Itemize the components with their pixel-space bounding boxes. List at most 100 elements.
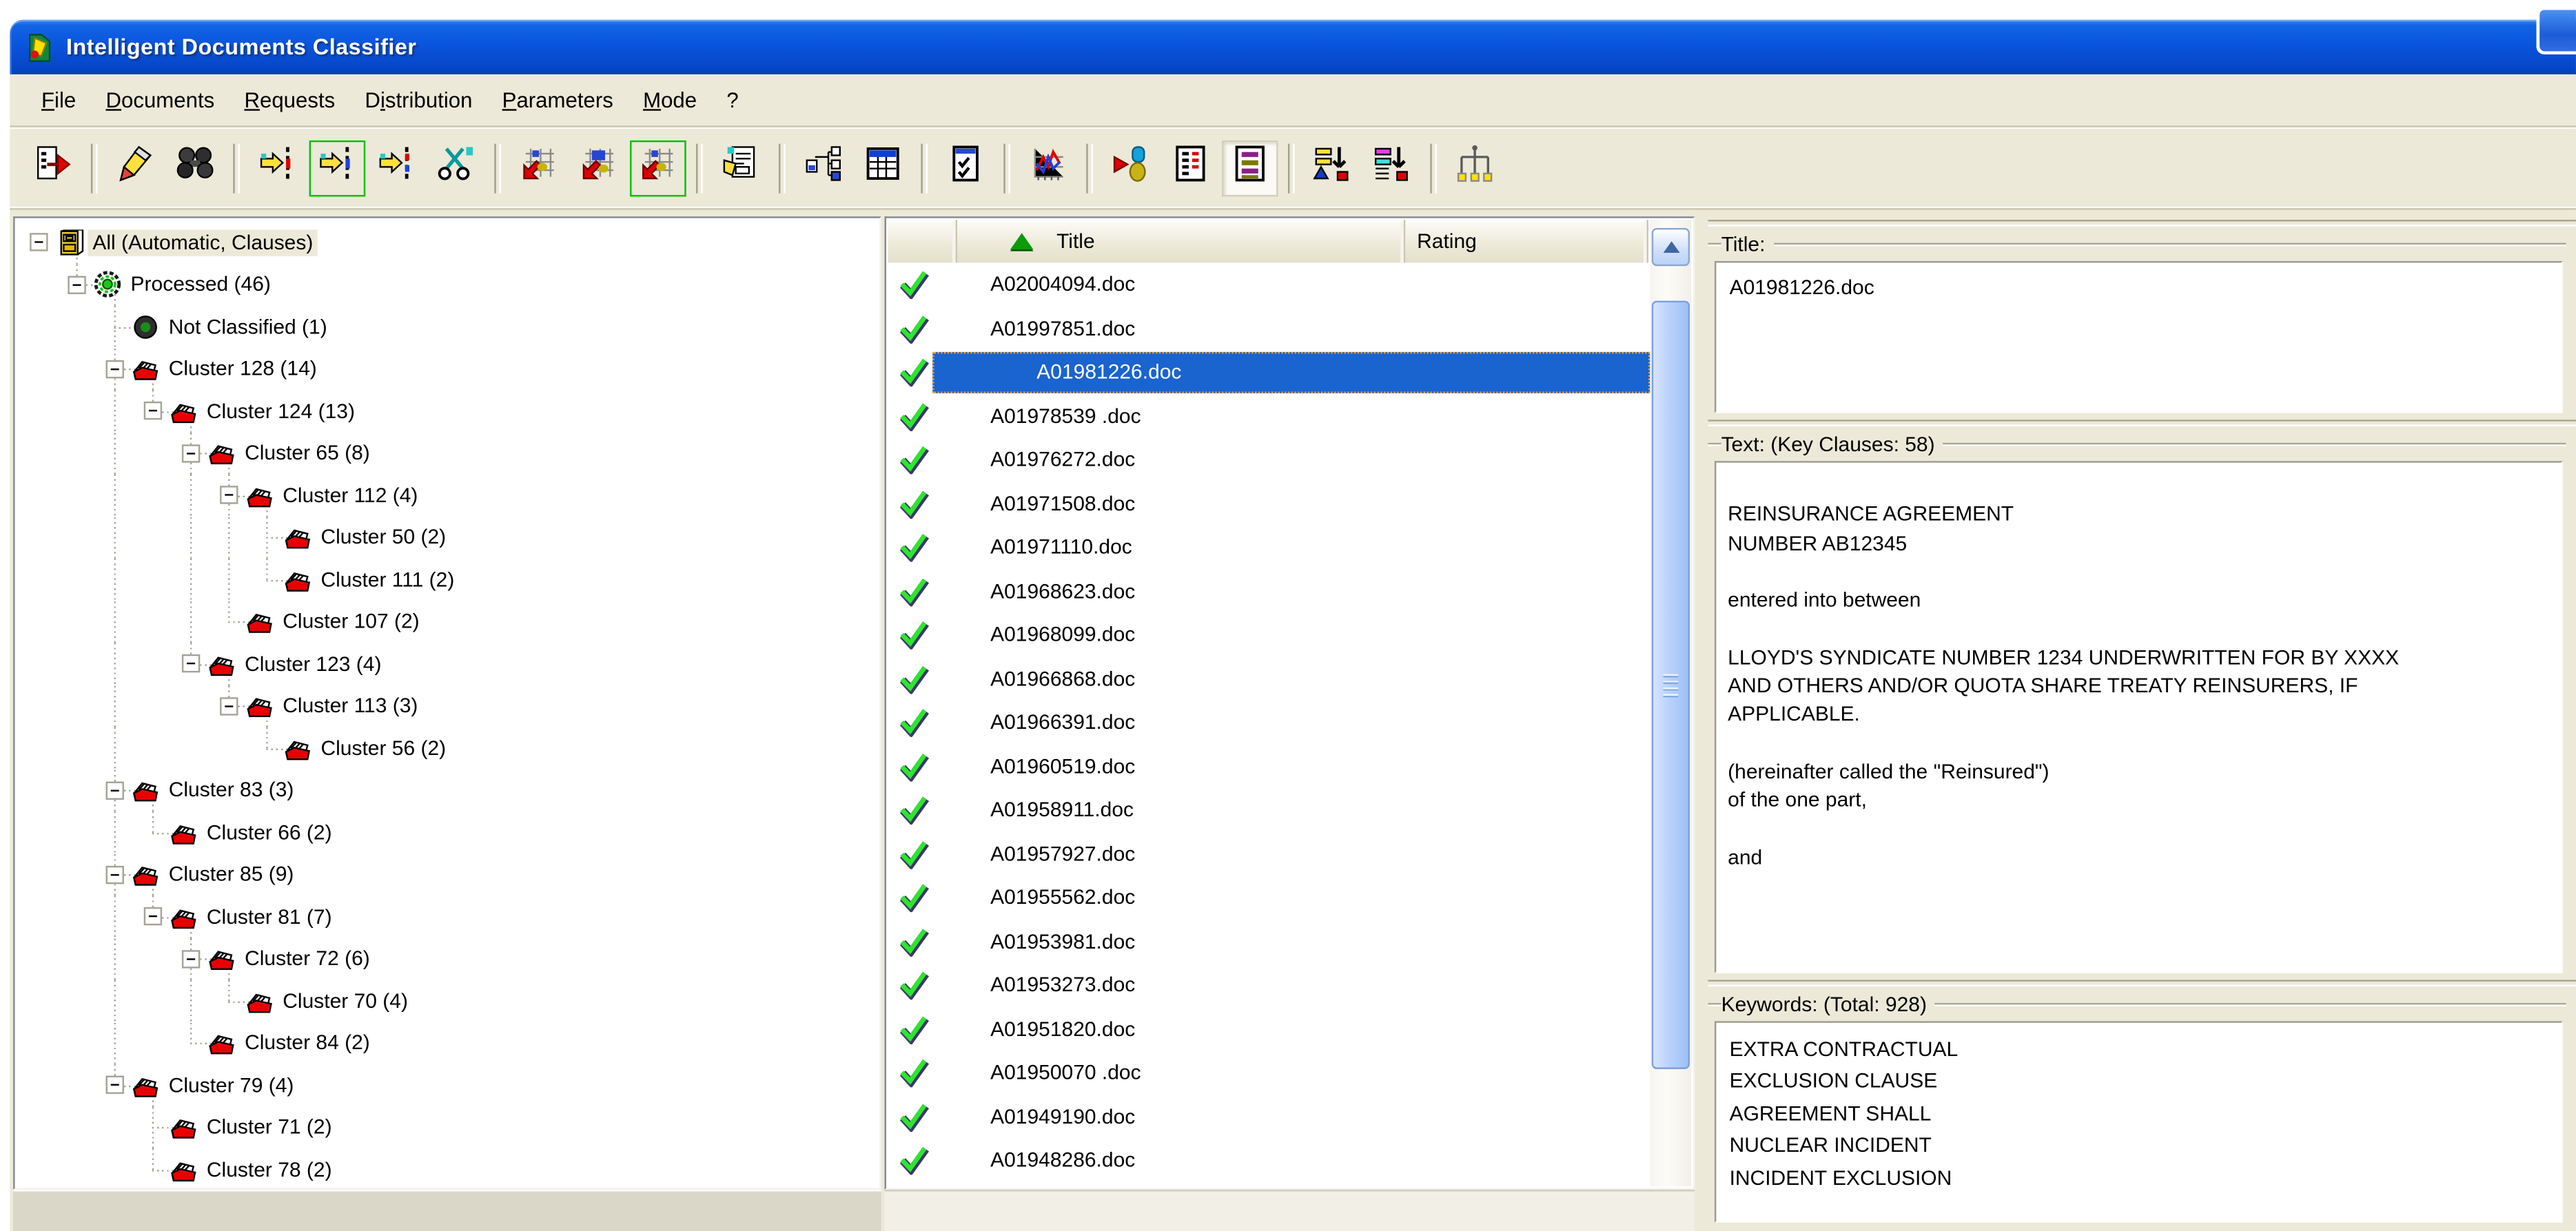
tree-expander-minus[interactable]: [181, 444, 199, 462]
tree-expander-minus[interactable]: [29, 234, 47, 251]
tree-item[interactable]: Cluster 123 (4): [15, 643, 880, 685]
tree-expander-minus[interactable]: [105, 1076, 123, 1094]
column-header-rating[interactable]: Rating: [1405, 220, 1648, 262]
menu-item-parameters[interactable]: Parameters: [487, 81, 628, 119]
list-item[interactable]: A01971110.doc: [888, 526, 1650, 570]
toolbar-button-classify-pointer-plain[interactable]: [369, 140, 425, 196]
toolbar-button-edit-pencil[interactable]: [108, 140, 164, 196]
scrollbar-thumb[interactable]: [1652, 301, 1690, 1069]
list-item[interactable]: A01981226.doc: [888, 351, 1650, 395]
tree-item[interactable]: Not Classified (1): [15, 306, 880, 348]
tree-item[interactable]: Cluster 84 (2): [15, 1022, 880, 1064]
list-item[interactable]: A01951820.doc: [888, 1007, 1650, 1051]
tree-item[interactable]: Cluster 128 (14): [15, 348, 880, 390]
tree-item[interactable]: Cluster 50 (2): [15, 517, 880, 559]
tree-item[interactable]: Cluster 65 (8): [15, 432, 880, 474]
toolbar-button-notes-hand[interactable]: [713, 140, 769, 196]
toolbar-button-checklist[interactable]: [937, 140, 994, 196]
list-item[interactable]: A01997851.doc: [888, 307, 1650, 351]
column-header-title[interactable]: Title: [957, 220, 1405, 262]
toolbar-button-line-chart[interactable]: [1020, 140, 1076, 196]
tree-expander-minus[interactable]: [105, 360, 123, 377]
list-item[interactable]: A01958911.doc: [888, 788, 1650, 832]
menu-item-documents[interactable]: Documents: [91, 81, 229, 119]
tree-item[interactable]: Processed (46): [15, 264, 880, 306]
text-line: AND OTHERS AND/OR QUOTA SHARE TREATY REI…: [1728, 672, 2555, 701]
keywords-field[interactable]: EXTRA CONTRACTUALEXCLUSION CLAUSEAGREEME…: [1715, 1021, 2563, 1223]
toolbar-button-hierarchy[interactable]: [795, 140, 852, 196]
window-control-button-partial[interactable]: [2536, 7, 2576, 55]
tree-item[interactable]: Cluster 72 (6): [15, 938, 880, 980]
window-titlebar[interactable]: Intelligent Documents Classifier: [10, 20, 2576, 74]
list-item[interactable]: A01968623.doc: [888, 569, 1650, 613]
toolbar-button-sort-transfer[interactable]: [1305, 140, 1361, 196]
tree-item[interactable]: Cluster 83 (3): [15, 769, 880, 811]
toolbar-button-table-calc[interactable]: [855, 140, 911, 196]
list-vertical-scrollbar[interactable]: [1650, 220, 1691, 1186]
list-item[interactable]: A01955562.doc: [888, 876, 1650, 920]
title-field[interactable]: A01981226.doc: [1715, 261, 2563, 413]
tree-item[interactable]: Cluster 85 (9): [15, 854, 880, 896]
column-header-title-label: Title: [1056, 229, 1095, 253]
toolbar-button-list-report[interactable]: [1163, 140, 1219, 196]
tree-item[interactable]: Cluster 78 (2): [15, 1148, 880, 1190]
tree-expander-minus[interactable]: [219, 697, 237, 715]
tree-expander-minus[interactable]: [143, 907, 161, 925]
toolbar-button-matrix-blue[interactable]: [571, 140, 627, 196]
list-item[interactable]: A01966868.doc: [888, 656, 1650, 701]
tree-horizontal-scrollbar[interactable]: [13, 1190, 881, 1231]
menu-item-file[interactable]: File: [26, 81, 90, 119]
menu-item-distribution[interactable]: Distribution: [350, 81, 487, 119]
list-item[interactable]: A01953273.doc: [888, 963, 1650, 1007]
list-item[interactable]: A01968099.doc: [888, 613, 1650, 657]
column-header-check[interactable]: [888, 220, 957, 262]
tree-item[interactable]: Cluster 70 (4): [15, 980, 880, 1022]
toolbar-button-exit[interactable]: [25, 140, 81, 196]
tree-expander-minus[interactable]: [219, 486, 237, 504]
tree-item[interactable]: Cluster 81 (7): [15, 896, 880, 938]
menu-item-mode[interactable]: Mode: [628, 81, 711, 119]
tree-expander-minus[interactable]: [181, 950, 199, 968]
list-item[interactable]: A01966391.doc: [888, 701, 1650, 745]
toolbar-button-matrix-green[interactable]: [630, 140, 686, 196]
tree-item[interactable]: All (Automatic, Clauses): [15, 221, 880, 263]
tree-item[interactable]: Cluster 71 (2): [15, 1106, 880, 1148]
tree-expander-minus[interactable]: [67, 276, 85, 293]
tree-item[interactable]: Cluster 66 (2): [15, 811, 880, 854]
list-item[interactable]: A01953981.doc: [888, 920, 1650, 964]
list-item[interactable]: A01978539 .doc: [888, 394, 1650, 438]
text-field[interactable]: REINSURANCE AGREEMENTNUMBER AB12345 ente…: [1715, 461, 2563, 973]
toolbar-button-run-process[interactable]: [1103, 140, 1159, 196]
tree-item[interactable]: Cluster 112 (4): [15, 474, 880, 516]
toolbar-button-bar-report[interactable]: [1222, 140, 1278, 196]
tree-item[interactable]: Cluster 113 (3): [15, 685, 880, 727]
tree-expander-minus[interactable]: [105, 865, 123, 883]
toolbar-button-classify-pointer-blue[interactable]: [309, 140, 366, 196]
tree-expander-minus[interactable]: [105, 781, 123, 799]
list-item[interactable]: A01949190.doc: [888, 1095, 1650, 1139]
toolbar-button-search-binoculars[interactable]: [167, 140, 223, 196]
toolbar-button-matrix-red-arrow[interactable]: [511, 140, 567, 196]
tree-item[interactable]: Cluster 111 (2): [15, 559, 880, 601]
menu-item-requests[interactable]: Requests: [229, 81, 350, 119]
scrollbar-up-button[interactable]: [1652, 228, 1690, 266]
tree-expander-minus[interactable]: [143, 402, 161, 420]
list-horizontal-scrollbar[interactable]: [885, 1190, 1695, 1231]
list-item[interactable]: A01976272.doc: [888, 438, 1650, 482]
list-item[interactable]: A02004094.doc: [888, 262, 1650, 307]
list-item[interactable]: A01948286.doc: [888, 1139, 1650, 1183]
list-item[interactable]: A01960519.doc: [888, 745, 1650, 789]
toolbar-button-distribution-tree[interactable]: [1447, 140, 1503, 196]
list-item[interactable]: A01950070 .doc: [888, 1051, 1650, 1095]
tree-item[interactable]: Cluster 124 (13): [15, 390, 880, 432]
tree-item[interactable]: Cluster 107 (2): [15, 601, 880, 643]
tree-item[interactable]: Cluster 79 (4): [15, 1064, 880, 1106]
list-item[interactable]: A01971508.doc: [888, 482, 1650, 526]
tree-expander-minus[interactable]: [181, 654, 199, 672]
menu-item-[interactable]: ?: [712, 81, 754, 119]
toolbar-button-classify-pointer-red[interactable]: [249, 140, 306, 196]
tree-item[interactable]: Cluster 56 (2): [15, 727, 880, 769]
toolbar-button-cut-scissors[interactable]: [428, 140, 484, 196]
list-item[interactable]: A01957927.doc: [888, 832, 1650, 876]
toolbar-button-sort-records[interactable]: [1364, 140, 1420, 196]
